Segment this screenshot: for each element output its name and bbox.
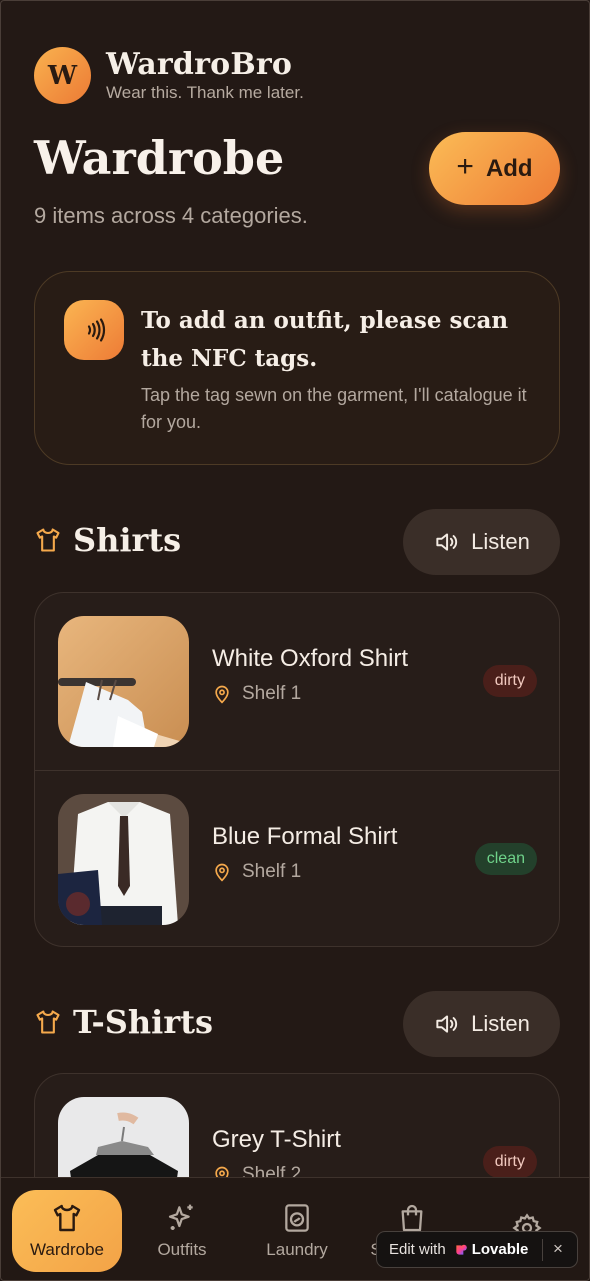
item-location: Shelf 1: [212, 861, 301, 883]
add-button-label: Add: [485, 154, 533, 182]
speaker-icon: [436, 1015, 458, 1033]
section-header-shirts: Shirts: [34, 521, 181, 559]
divider: [542, 1239, 543, 1261]
list-item[interactable]: Blue Formal Shirt Shelf 1 clean: [35, 770, 559, 946]
shopping-bag-icon: [401, 1204, 423, 1232]
listen-label: Listen: [471, 1011, 530, 1036]
item-name: Blue Formal Shirt: [212, 823, 398, 850]
listen-button-tshirts[interactable]: Listen: [403, 991, 560, 1057]
item-photo: [58, 794, 189, 925]
section-title: T-Shirts: [73, 1003, 213, 1041]
nfc-title: To add an outfit, please scan the NFC ta…: [141, 307, 509, 372]
item-list-shirts: White Oxford Shirt Shelf 1 dirty Blue Fo…: [34, 592, 560, 947]
nav-label: Wardrobe: [29, 1240, 104, 1259]
sparkles-icon: [168, 1204, 193, 1230]
shirt-icon: [36, 528, 60, 552]
listen-button-shirts[interactable]: Listen: [403, 509, 560, 575]
lovable-heart-icon: [456, 1244, 467, 1255]
item-name: Grey T-Shirt: [212, 1126, 341, 1153]
item-name: White Oxford Shirt: [212, 645, 409, 672]
item-location: Shelf 1: [212, 683, 301, 705]
list-item[interactable]: White Oxford Shirt Shelf 1 dirty: [35, 593, 559, 770]
status-badge: clean: [474, 843, 537, 875]
brand-logo: W: [34, 47, 91, 104]
plus-icon: +: [456, 150, 474, 183]
brand-tagline: Wear this. Thank me later.: [106, 82, 304, 102]
listen-label: Listen: [471, 529, 530, 554]
add-button[interactable]: + Add: [429, 132, 560, 205]
shirt-icon: [53, 1204, 81, 1232]
page-title: Wardrobe: [34, 131, 285, 185]
brand: W WardroBro Wear this. Thank me later.: [34, 47, 304, 104]
nav-item-outfits[interactable]: Outfits: [127, 1190, 237, 1272]
status-badge: dirty: [482, 665, 537, 697]
shirt-icon: [36, 1010, 60, 1034]
page-subtitle: 9 items across 4 categories.: [34, 203, 308, 228]
edit-with-lovable-badge[interactable]: Edit with Lovable ×: [376, 1231, 578, 1268]
nav-label: Laundry: [266, 1240, 328, 1259]
nav-label: Outfits: [157, 1240, 207, 1259]
app-frame: W WardroBro Wear this. Thank me later. W…: [0, 0, 590, 1281]
nfc-card: To add an outfit, please scan the NFC ta…: [34, 271, 560, 465]
nfc-icon: [64, 300, 124, 360]
lovable-prefix: Edit with: [389, 1241, 446, 1258]
close-icon[interactable]: ×: [553, 1239, 563, 1259]
washing-machine-icon: [285, 1204, 309, 1232]
lovable-brand: Lovable: [471, 1241, 529, 1258]
item-photo: [58, 616, 189, 747]
location-pin-icon: [215, 685, 229, 704]
speaker-icon: [436, 533, 458, 551]
section-title: Shirts: [73, 521, 182, 559]
nfc-description: Tap the tag sewn on the garment, I'll ca…: [141, 385, 527, 432]
nav-item-wardrobe[interactable]: Wardrobe: [12, 1190, 122, 1272]
nav-item-laundry[interactable]: Laundry: [242, 1190, 352, 1272]
section-header-tshirts: T-Shirts: [34, 1003, 213, 1041]
status-badge: dirty: [482, 1146, 537, 1178]
location-pin-icon: [215, 863, 229, 882]
brand-name: WardroBro: [106, 46, 293, 82]
